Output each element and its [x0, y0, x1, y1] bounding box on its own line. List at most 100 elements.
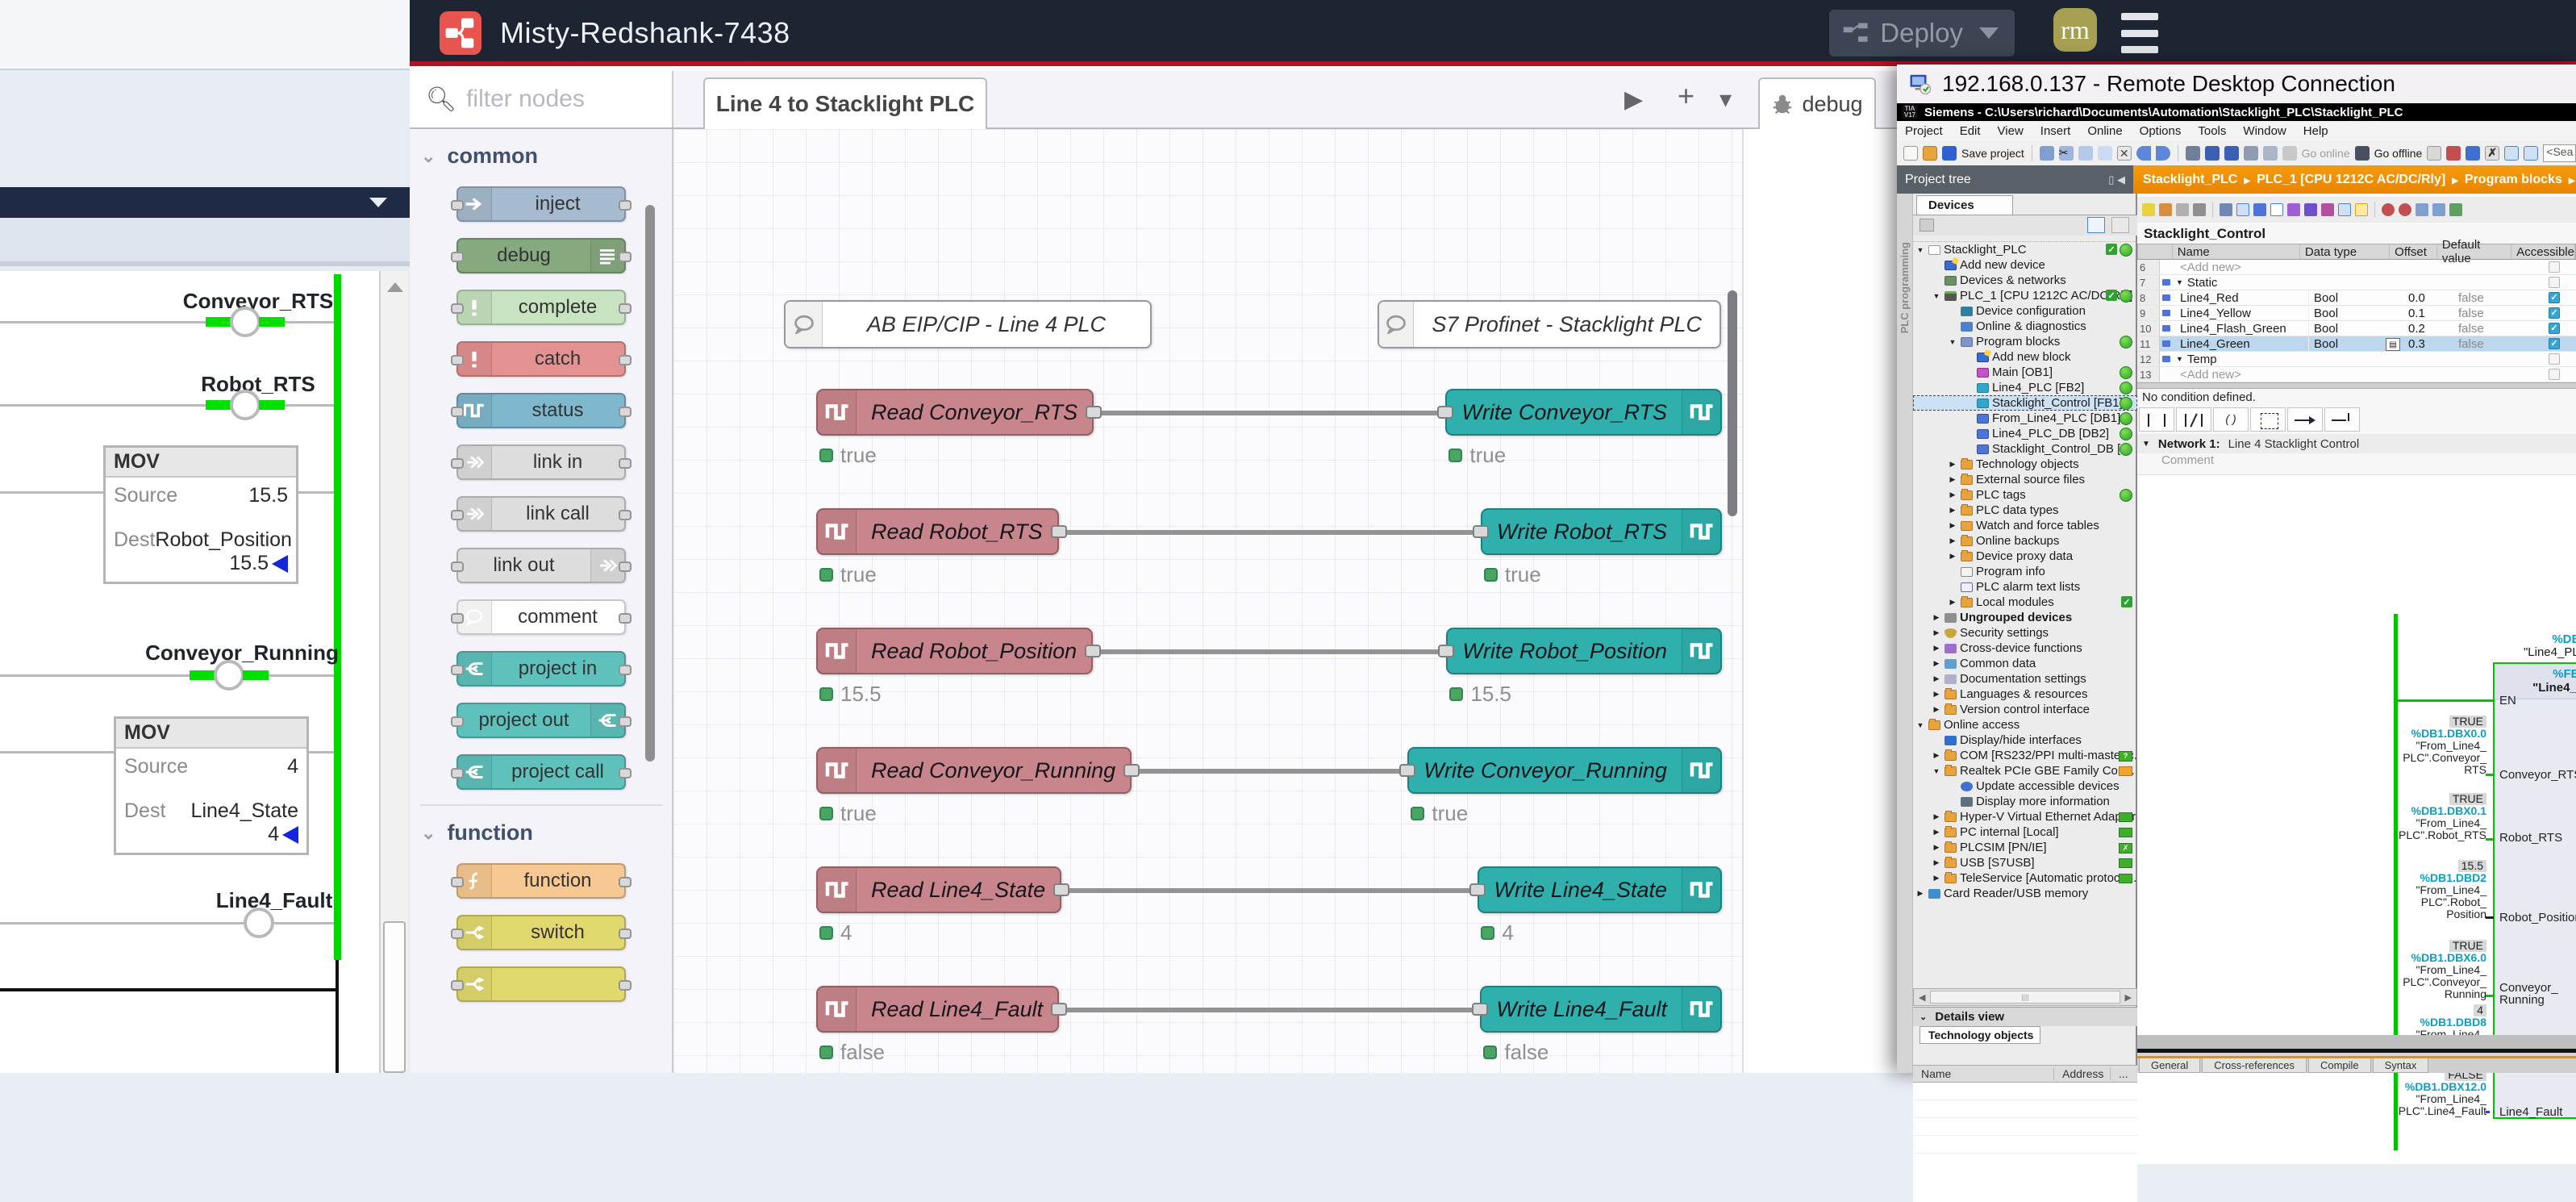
tree-item[interactable]: ▼ Stacklight_PLC: [1913, 242, 2137, 257]
output-port[interactable]: [1053, 883, 1069, 896]
comment-node[interactable]: S7 Profinet - Stacklight PLC: [1378, 300, 1721, 348]
palette-section-function[interactable]: ⌄function: [410, 806, 672, 855]
copy-icon[interactable]: [2078, 146, 2093, 161]
tree-item[interactable]: ▼ Program blocks: [1913, 334, 2137, 349]
redo-icon[interactable]: [2156, 146, 2170, 161]
go-offline-plug-icon[interactable]: [2355, 146, 2370, 161]
menu-item[interactable]: View: [1998, 124, 2024, 138]
delete-row-icon[interactable]: [2159, 203, 2172, 216]
output-coil-energized[interactable]: [206, 307, 285, 337]
input-pin[interactable]: Robot_Position: [2499, 912, 2576, 924]
palette-node[interactable]: project call: [456, 754, 626, 790]
contact-no-icon[interactable]: [2139, 407, 2174, 432]
tree-expander[interactable]: ▶: [1948, 598, 1957, 607]
tree-item[interactable]: Stacklight_Control_DB [...: [1913, 441, 2137, 457]
output-port[interactable]: [1085, 645, 1101, 657]
input-port[interactable]: [451, 665, 464, 675]
breadcrumb-item[interactable]: Stacklight_PLC: [2143, 173, 2237, 187]
print-icon[interactable]: [2040, 146, 2054, 161]
palette-node[interactable]: comment: [456, 599, 626, 635]
delete-icon[interactable]: ✕: [2117, 146, 2132, 161]
output-port[interactable]: [619, 200, 631, 211]
tree-expander[interactable]: ▶: [1932, 858, 1941, 867]
tree-item[interactable]: Add new block: [1913, 349, 2137, 365]
tree-expander[interactable]: ▶: [1948, 490, 1957, 499]
keep-values-icon[interactable]: [2176, 203, 2189, 216]
tree-horizontal-scrollbar[interactable]: ◀||||▶: [1913, 988, 2137, 1006]
tree-item[interactable]: ▶ TeleService [Automatic protoco...: [1913, 870, 2137, 886]
tree-item[interactable]: ▶ USB [S7USB]: [1913, 855, 2137, 870]
input-port[interactable]: [1469, 883, 1486, 896]
scroll-tabs-right-button[interactable]: ▶: [1624, 86, 1643, 114]
close-branch-icon[interactable]: [2324, 407, 2360, 432]
menu-item[interactable]: Tools: [2198, 124, 2226, 138]
stop-cpu-icon[interactable]: [2244, 146, 2258, 161]
tag-row[interactable]: 10 Line4_Flash_Green Bool 0.2 false: [2137, 321, 2576, 336]
inspector-tab[interactable]: Compile: [2308, 1058, 2371, 1073]
tree-expander[interactable]: ▶: [1948, 536, 1957, 545]
input-pin[interactable]: Line4_Fault: [2499, 1106, 2562, 1118]
plc-read-node[interactable]: Read Robot_RTS: [816, 508, 1059, 555]
accessible-checkbox[interactable]: [2549, 323, 2560, 334]
menu-item[interactable]: Insert: [2040, 124, 2071, 138]
tree-item[interactable]: ▶ Watch and force tables: [1913, 518, 2137, 533]
user-avatar[interactable]: rm: [2053, 8, 2097, 52]
wire[interactable]: [1093, 649, 1446, 654]
deploy-button[interactable]: Deploy: [1829, 10, 2015, 56]
input-port[interactable]: [451, 407, 464, 417]
output-port[interactable]: [619, 980, 631, 991]
tree-expander[interactable]: ▶: [1932, 812, 1941, 821]
tree-filter-icon[interactable]: [1919, 219, 1934, 232]
breadcrumb-item[interactable]: Program blocks: [2452, 173, 2562, 187]
tree-expander[interactable]: ▶: [1932, 644, 1941, 653]
tree-item[interactable]: Devices & networks: [1913, 273, 2137, 288]
tree-item[interactable]: ▶ PLC data types: [1913, 503, 2137, 518]
tree-item[interactable]: ▶ Security settings: [1913, 625, 2137, 641]
palette-node[interactable]: project out: [456, 703, 626, 738]
load-values-icon[interactable]: [2287, 203, 2300, 216]
input-port[interactable]: [451, 929, 464, 939]
sidebar-tab-debug[interactable]: debug: [1758, 77, 1876, 129]
tree-item[interactable]: Stacklight_Control [FB1]: [1913, 395, 2137, 411]
start-search-icon[interactable]: [2446, 146, 2461, 161]
tree-expander[interactable]: ▶: [1948, 475, 1957, 484]
tree-item[interactable]: Line4_PLC [FB2]: [1913, 380, 2137, 395]
ladder-scrollbar[interactable]: [379, 271, 408, 1073]
tree-item[interactable]: ▶ Online backups: [1913, 533, 2137, 549]
go-offline-button[interactable]: Go offline: [2374, 147, 2423, 160]
plc-read-node[interactable]: Read Line4_Fault: [816, 986, 1059, 1033]
inspector-tab[interactable]: General: [2139, 1058, 2200, 1073]
plc-write-node[interactable]: Write Line4_Fault: [1480, 986, 1722, 1033]
input-pin[interactable]: Conveyor_ Running: [2499, 982, 2558, 1006]
output-port[interactable]: [619, 877, 631, 887]
rdp-titlebar[interactable]: 192.168.0.137 - Remote Desktop Connectio…: [1897, 65, 2576, 103]
flow-canvas[interactable]: AB EIP/CIP - Line 4 PLC S7 Profinet - St…: [673, 129, 1742, 1073]
scrollbar-thumb[interactable]: ||||: [1930, 991, 2120, 1004]
contact-nc-icon[interactable]: [2176, 407, 2211, 432]
input-port[interactable]: [451, 303, 464, 314]
tree-item[interactable]: ▶ Local modules: [1913, 595, 2137, 610]
plc-read-node[interactable]: Read Robot_Position: [816, 628, 1093, 674]
palette-node[interactable]: link call: [456, 496, 626, 532]
tree-expander[interactable]: ▶: [1948, 506, 1957, 515]
tree-expander[interactable]: ▼: [1932, 292, 1941, 300]
tree-item[interactable]: ▶ PC internal [Local]: [1913, 824, 2137, 840]
palette-section-common[interactable]: ⌄common: [410, 129, 672, 178]
collapse-network-icon[interactable]: ▼: [2142, 440, 2150, 449]
empty-box-icon[interactable]: [2250, 407, 2286, 432]
tree-expander[interactable]: ▶: [1932, 843, 1941, 852]
tree-item[interactable]: ▶ Common data: [1913, 656, 2137, 671]
flow-list-caret-icon[interactable]: ▾: [1719, 86, 1732, 114]
panel-splitter[interactable]: [2137, 382, 2576, 389]
tree-expander[interactable]: ▶: [1932, 613, 1941, 622]
go-online-button[interactable]: Go online: [2302, 147, 2350, 160]
tree-expander[interactable]: ▶: [1932, 705, 1941, 714]
tag-row[interactable]: 11 Line4_Green Bool▤ 0.3 false: [2137, 336, 2576, 352]
wire[interactable]: [1094, 411, 1445, 415]
collapse-all-icon[interactable]: [2253, 203, 2266, 216]
tree-expander[interactable]: ▼: [1915, 721, 1925, 729]
input-port[interactable]: [451, 510, 464, 520]
go-online-plug-icon[interactable]: [2282, 146, 2297, 161]
add-row-icon[interactable]: [2142, 203, 2155, 216]
output-port[interactable]: [619, 458, 631, 469]
